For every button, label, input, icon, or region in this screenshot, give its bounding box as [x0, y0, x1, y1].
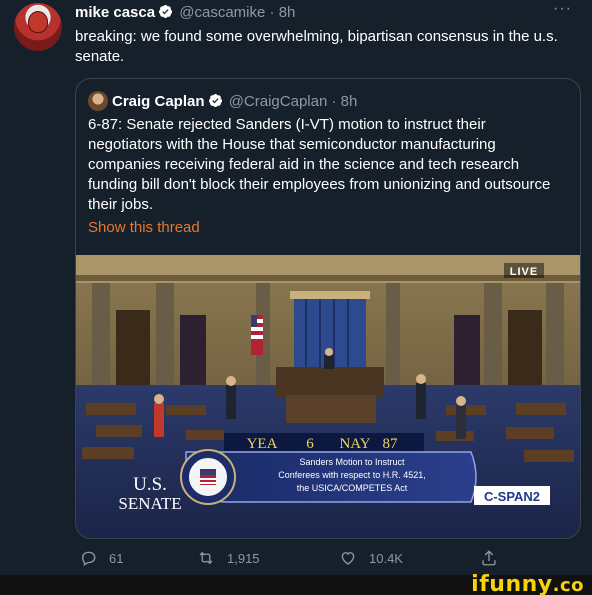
quoted-author-name: Craig Caplan	[112, 93, 205, 110]
watermark-bar: ifunny.co	[0, 572, 592, 595]
chamber-label-us: U.S.	[133, 474, 167, 495]
quoted-timestamp: 8h	[340, 93, 358, 110]
vote-yea-label: YEA	[247, 436, 278, 452]
vote-yea-count: 6	[306, 436, 314, 452]
network-label: C-SPAN2	[484, 489, 540, 504]
tweet-timestamp[interactable]: 8h	[279, 4, 296, 21]
watermark-text: ifunny	[471, 572, 553, 595]
quoted-author-handle: @CraigCaplan	[228, 93, 328, 110]
quoted-tweet[interactable]: Craig Caplan @CraigCaplan · 8h 6-87: Sen…	[75, 78, 581, 539]
video-media[interactable]: LIVE YEA 6 NAY 87 Sanders Motion to Inst…	[76, 255, 581, 539]
like-button[interactable]: 10.4K	[339, 549, 403, 567]
heart-icon	[341, 552, 355, 565]
rostrum	[276, 367, 384, 397]
share-button[interactable]	[480, 549, 510, 567]
ifunny-watermark: ifunny.co	[471, 572, 584, 595]
motion-line-3: the USICA/COMPETES Act	[297, 483, 408, 493]
show-thread-link[interactable]: Show this thread	[88, 219, 200, 236]
retweet-count: 1,915	[227, 550, 260, 566]
reply-icon	[82, 551, 96, 566]
senate-seal-icon	[180, 449, 236, 505]
reply-button[interactable]: 61	[79, 549, 123, 567]
tweet[interactable]: mike casca @cascamike · 8h ··· breaking:…	[0, 0, 592, 575]
reply-count: 61	[109, 550, 124, 566]
retweet-button[interactable]: 1,915	[197, 549, 260, 567]
motion-line-2: Conferees with respect to H.R. 4521,	[278, 470, 426, 480]
chamber-label-senate: SENATE	[118, 494, 181, 513]
tweet-header: mike casca @cascamike · 8h	[75, 4, 295, 21]
author-avatar[interactable]	[14, 3, 62, 51]
more-options-icon[interactable]: ···	[553, 0, 572, 18]
like-count: 10.4K	[369, 550, 403, 566]
author-name[interactable]: mike casca	[75, 4, 155, 21]
quoted-header: Craig Caplan @CraigCaplan · 8h	[88, 91, 357, 111]
tweet-text: breaking: we found some overwhelming, bi…	[75, 28, 558, 65]
tweet-actions: 61 1,915 10.4K	[75, 549, 575, 571]
verified-badge-icon	[159, 4, 173, 19]
author-handle[interactable]: @cascamike	[179, 4, 265, 21]
retweet-icon	[199, 551, 213, 565]
vote-nay-label: NAY	[339, 436, 370, 452]
live-label: LIVE	[510, 266, 538, 278]
separator-dot: ·	[331, 93, 337, 110]
motion-line-1: Sanders Motion to Instruct	[299, 457, 405, 467]
watermark-suffix: .co	[552, 575, 584, 595]
verified-badge-icon	[208, 93, 222, 108]
quoted-avatar	[88, 91, 108, 111]
share-icon	[482, 550, 496, 566]
separator-dot: ·	[269, 4, 275, 21]
us-flag	[251, 315, 263, 355]
quoted-text: 6-87: Senate rejected Sanders (I-VT) mot…	[88, 116, 551, 213]
vote-nay-count: 87	[383, 436, 399, 452]
